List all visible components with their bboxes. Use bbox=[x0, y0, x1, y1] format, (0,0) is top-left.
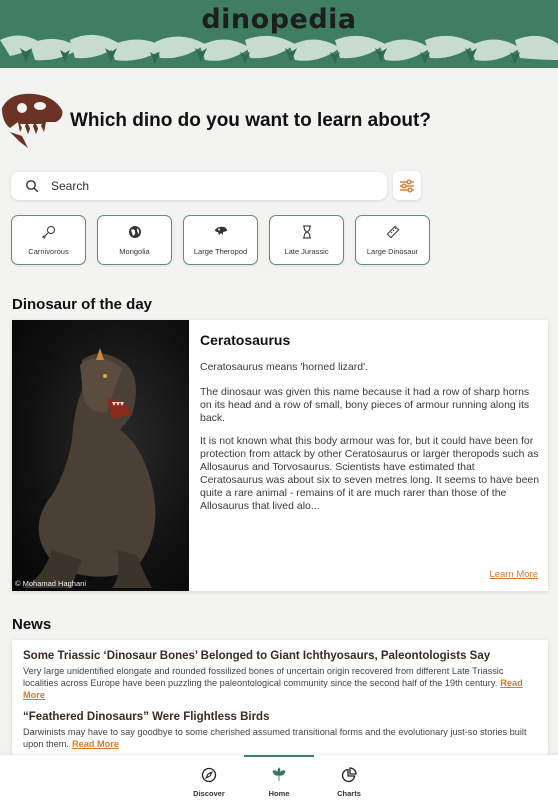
sliders-icon bbox=[400, 179, 414, 192]
chip-large-theropod[interactable]: Large Theropod bbox=[183, 215, 258, 265]
search-bar[interactable] bbox=[11, 172, 387, 200]
image-credit: © Mohamad Haghani bbox=[15, 579, 86, 588]
chip-label: Mongolia bbox=[119, 246, 150, 256]
search-input[interactable] bbox=[51, 179, 351, 193]
dino-of-day-heading: Dinosaur of the day bbox=[12, 296, 153, 313]
bottom-navigation: Discover Home Charts bbox=[0, 755, 558, 809]
news-heading: News bbox=[12, 616, 52, 633]
news-headline[interactable]: “Feathered Dinosaurs” Were Flightless Bi… bbox=[23, 711, 538, 723]
chip-late-jurassic[interactable]: Late Jurassic bbox=[269, 215, 344, 265]
nav-label: Discover bbox=[193, 789, 225, 798]
dino-skull-icon bbox=[2, 93, 63, 148]
nav-discover[interactable]: Discover bbox=[174, 755, 244, 809]
search-icon bbox=[26, 180, 39, 193]
hero-title: Which dino do you want to learn about? bbox=[70, 110, 431, 131]
chip-label: Late Jurassic bbox=[284, 246, 329, 256]
hourglass-icon bbox=[302, 224, 311, 239]
dino-of-day-card[interactable]: © Mohamad Haghani Ceratosaurus Ceratosau… bbox=[12, 320, 548, 591]
leaves-decoration bbox=[0, 34, 558, 64]
compass-icon bbox=[201, 767, 217, 783]
drumstick-icon bbox=[42, 225, 55, 238]
chip-label: Large Dinosaur bbox=[366, 246, 419, 256]
category-chips: Carnivorous Mongolia Large Theropod Late… bbox=[11, 215, 430, 265]
nav-charts[interactable]: Charts bbox=[314, 755, 384, 809]
pie-chart-icon bbox=[341, 767, 357, 783]
dino-description-1: Ceratosaurus means 'horned lizard'. bbox=[200, 361, 369, 373]
news-item: Some Triassic ‘Dinosaur Bones’ Belonged … bbox=[23, 650, 538, 701]
dino-head-icon bbox=[214, 226, 227, 235]
chip-label: Carnivorous bbox=[28, 246, 69, 256]
ceratosaurus-illustration bbox=[22, 348, 156, 588]
dino-description-2: The dinosaur was given this name because… bbox=[200, 386, 530, 424]
news-item: “Feathered Dinosaurs” Were Flightless Bi… bbox=[23, 711, 538, 750]
chip-mongolia[interactable]: Mongolia bbox=[97, 215, 172, 265]
news-summary: Very large unidentified elongate and rou… bbox=[23, 665, 538, 701]
nav-label: Home bbox=[268, 789, 290, 798]
chip-label: Large Theropod bbox=[193, 246, 248, 256]
app-logo[interactable]: dinopedia bbox=[0, 4, 558, 35]
dinosaur-image: © Mohamad Haghani bbox=[12, 320, 189, 591]
filter-button[interactable] bbox=[393, 171, 421, 200]
chip-large-dinosaur[interactable]: Large Dinosaur bbox=[355, 215, 430, 265]
leaf-icon bbox=[272, 767, 286, 781]
dino-description-3: It is not known what this body armour wa… bbox=[200, 435, 540, 512]
learn-more-link[interactable]: Learn More bbox=[489, 569, 538, 580]
news-card: Some Triassic ‘Dinosaur Bones’ Belonged … bbox=[12, 640, 548, 760]
dinosaur-name: Ceratosaurus bbox=[200, 332, 291, 348]
news-summary: Darwinists may have to say goodbye to so… bbox=[23, 726, 538, 750]
active-indicator bbox=[244, 755, 314, 757]
app-header: dinopedia bbox=[0, 0, 558, 68]
news-summary-text: Very large unidentified elongate and rou… bbox=[23, 666, 504, 688]
nav-label: Charts bbox=[337, 789, 361, 798]
nav-home[interactable]: Home bbox=[244, 755, 314, 809]
globe-icon bbox=[128, 225, 141, 238]
ruler-icon bbox=[386, 225, 399, 238]
read-more-link[interactable]: Read More bbox=[72, 739, 119, 749]
chip-carnivorous[interactable]: Carnivorous bbox=[11, 215, 86, 265]
news-headline[interactable]: Some Triassic ‘Dinosaur Bones’ Belonged … bbox=[23, 650, 538, 662]
